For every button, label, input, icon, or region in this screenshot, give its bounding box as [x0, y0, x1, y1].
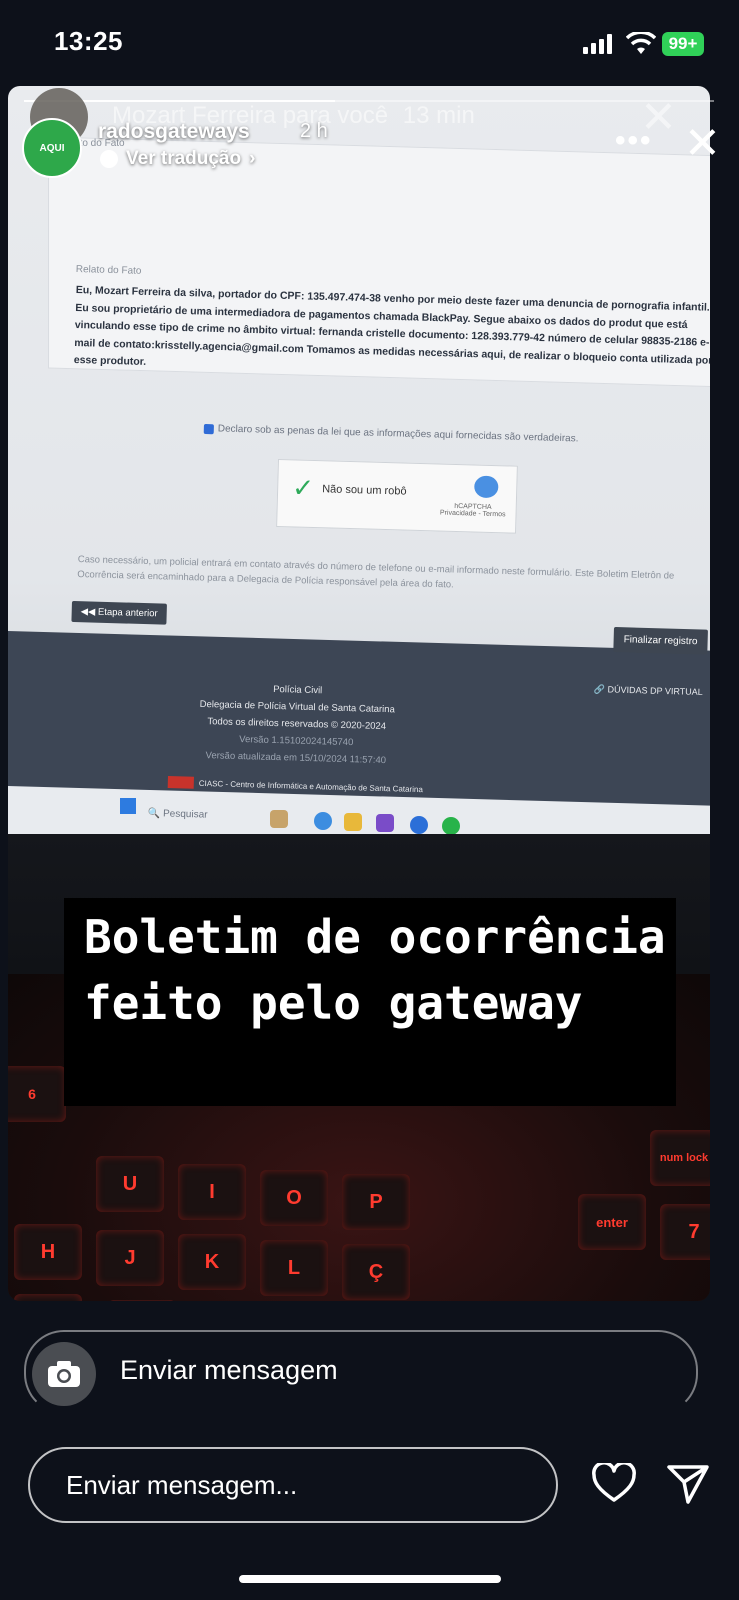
send-icon[interactable] — [666, 1463, 710, 1505]
previous-step-button: ◀◀ Etapa anterior — [71, 601, 167, 625]
cellular-signal-icon — [583, 34, 612, 54]
windows-start-icon — [120, 798, 136, 814]
home-indicator — [239, 1575, 501, 1583]
background-post-time: 13 min — [402, 102, 475, 129]
captcha-links: Privacidade - Termos — [439, 509, 506, 519]
camera-icon[interactable] — [32, 1342, 96, 1406]
message-input[interactable] — [28, 1447, 558, 1523]
keyboard-key: U — [96, 1156, 164, 1212]
battery-indicator: 99+ — [662, 32, 704, 56]
heart-icon[interactable] — [592, 1463, 636, 1503]
captcha-box: ✓ Não sou um robô hCAPTCHA Privacidade -… — [276, 459, 518, 534]
taskbar-search-text: Pesquisar — [162, 808, 208, 821]
keyboard-key: N — [14, 1294, 82, 1301]
keyboard-key: enter — [578, 1194, 646, 1250]
translate-button[interactable]: Ver tradução › — [100, 148, 255, 170]
taskbar-app-icon — [376, 814, 394, 832]
more-options-icon[interactable]: ••• — [615, 126, 653, 156]
keyboard-key: Ç — [342, 1244, 410, 1300]
story-frame[interactable]: ato do Fato Relato do Fato Eu, Mozart Fe… — [8, 86, 710, 1301]
background-reply-placeholder: Enviar mensagem — [120, 1355, 338, 1385]
whatsapp-icon — [442, 817, 460, 835]
keyboard-key: I — [178, 1164, 246, 1220]
keyboard-key: O — [260, 1170, 328, 1226]
taskbar-search: 🔍 Pesquisar — [147, 808, 208, 821]
keyboard-key: 7 — [660, 1204, 710, 1260]
keyboard-key: 6 — [8, 1066, 66, 1122]
captcha-brand: hCAPTCHA Privacidade - Termos — [439, 503, 506, 519]
taskbar-app-icon — [410, 816, 428, 834]
status-time: 13:25 — [54, 26, 123, 56]
report-text: Eu, Mozart Ferreira da silva, portador d… — [73, 283, 710, 368]
background-post-subtitle: para você — [282, 102, 389, 129]
footer-help-text: DÚVIDAS DP VIRTUAL — [607, 684, 703, 698]
keyboard-key: J — [96, 1230, 164, 1286]
story-username[interactable]: radosgateways — [98, 120, 250, 144]
wifi-icon — [626, 32, 656, 54]
keyboard-key: H — [14, 1224, 82, 1280]
field-label: Relato do Fato — [75, 264, 142, 277]
keyboard-key: K — [178, 1234, 246, 1290]
taskbar-app-icon — [270, 810, 288, 828]
finalize-button: Finalizar registro — [613, 627, 708, 655]
keyboard-key: M — [108, 1300, 176, 1301]
translate-label: Ver tradução — [126, 148, 242, 169]
avatar-text: AQUI — [39, 142, 65, 154]
checkmark-icon: ✓ — [291, 472, 315, 504]
story-time-ago: 2 h — [300, 120, 328, 142]
translate-icon — [100, 150, 118, 168]
keyboard-key: num lock — [650, 1130, 710, 1186]
story-caption: Boletim de ocorrência feito pelo gateway — [84, 910, 666, 1030]
captcha-label: Não sou um robô — [322, 483, 407, 498]
browser-icon — [314, 812, 332, 830]
ciasc-logo-icon — [167, 776, 194, 789]
hcaptcha-logo-icon — [474, 475, 499, 499]
footer-text: Polícia Civil Delegacia de Polícia Virtu… — [166, 678, 428, 770]
keyboard-key: L — [260, 1240, 328, 1296]
checkbox-icon — [203, 423, 214, 434]
chevron-right-icon: › — [249, 148, 256, 169]
keyboard-key: P — [342, 1174, 410, 1230]
folder-icon — [344, 813, 362, 831]
close-icon[interactable]: ✕ — [684, 122, 721, 166]
story-author-avatar[interactable]: AQUI — [22, 118, 82, 178]
